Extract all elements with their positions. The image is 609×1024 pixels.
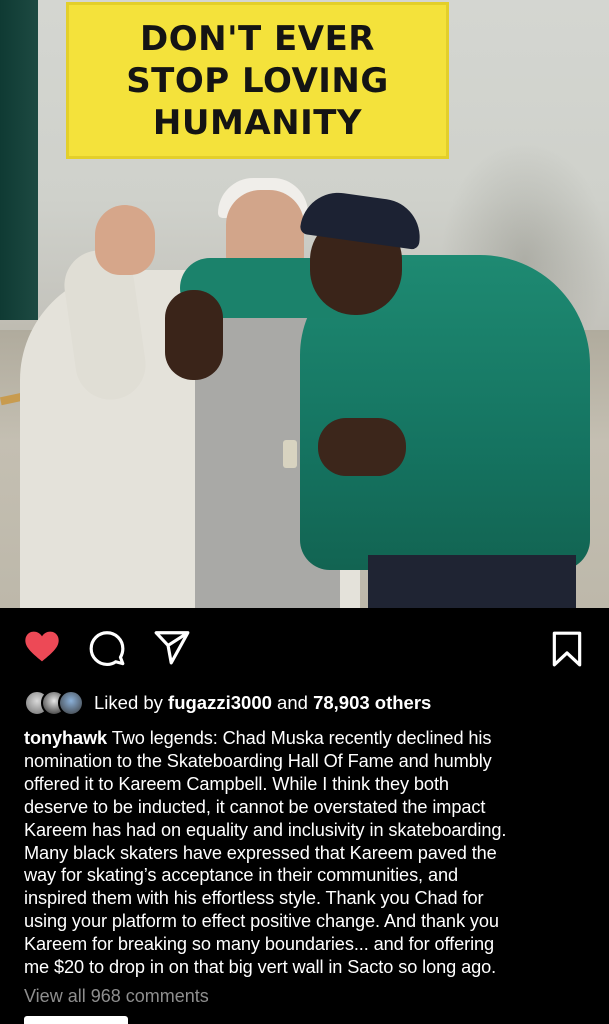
person-left-dogtag — [283, 440, 297, 468]
liker-username-link[interactable]: fugazzi3000 — [168, 692, 272, 713]
caption-line: way for skating’s acceptance in their co… — [24, 865, 459, 886]
comment-username-cutoff — [24, 1016, 128, 1024]
heart-icon[interactable] — [22, 626, 62, 666]
likes-conjunction: and — [271, 692, 314, 713]
caption-line: tonyhawk Two legends: Chad Muska recentl… — [24, 727, 594, 750]
liker-avatars[interactable] — [24, 690, 84, 716]
avatar — [58, 690, 84, 716]
caption-line: using your platform to effect positive c… — [24, 911, 499, 932]
likes-text: Liked by fugazzi3000 and 78,903 others — [94, 692, 431, 714]
bookmark-icon[interactable] — [548, 628, 586, 670]
next-comment-preview — [24, 1016, 594, 1024]
caption-text: Two legends: Chad Muska recently decline… — [107, 728, 492, 748]
likes-row: Liked by fugazzi3000 and 78,903 others — [24, 688, 594, 718]
person-left-peace-hand — [95, 205, 155, 275]
yellow-sign: DON'T EVER STOP LOVING HUMANITY — [66, 2, 449, 159]
person-right-jeans — [368, 555, 576, 608]
caption-line: offered it to Kareem Campbell. While I t… — [24, 773, 449, 794]
person-right-hand-on-shoulder — [165, 290, 223, 380]
action-bar — [0, 620, 609, 676]
wall-dark-panel — [0, 0, 38, 320]
caption-username-link[interactable]: tonyhawk — [24, 728, 107, 748]
post-photo[interactable]: DON'T EVER STOP LOVING HUMANITY — [0, 0, 609, 608]
post-caption: tonyhawk Two legends: Chad Muska recentl… — [24, 727, 594, 979]
sign-line-1: DON'T EVER — [140, 18, 375, 59]
caption-line: me $20 to drop in on that big vert wall … — [24, 957, 497, 978]
comment-icon[interactable] — [88, 628, 126, 666]
share-icon[interactable] — [152, 628, 192, 666]
caption-line: Kareem has had on equality and inclusivi… — [24, 819, 507, 840]
likes-prefix: Liked by — [94, 692, 169, 713]
caption-line: Many black skaters have expressed that K… — [24, 842, 497, 863]
likes-others-link[interactable]: 78,903 others — [313, 692, 431, 713]
sign-line-3: HUMANITY — [152, 102, 363, 143]
caption-line: nomination to the Skateboarding Hall Of … — [24, 750, 492, 771]
caption-line: inspired them with his effortless style.… — [24, 888, 484, 909]
view-all-comments-link[interactable]: View all 968 comments — [24, 986, 209, 1007]
person-right-pointing-hand — [318, 418, 406, 476]
caption-line: Kareem for breaking so many boundaries..… — [24, 934, 495, 955]
instagram-post: DON'T EVER STOP LOVING HUMANITY Liked by… — [0, 0, 609, 1024]
caption-line: deserve to be inducted, it cannot be ove… — [24, 796, 486, 817]
sign-line-2: STOP LOVING — [126, 60, 389, 101]
